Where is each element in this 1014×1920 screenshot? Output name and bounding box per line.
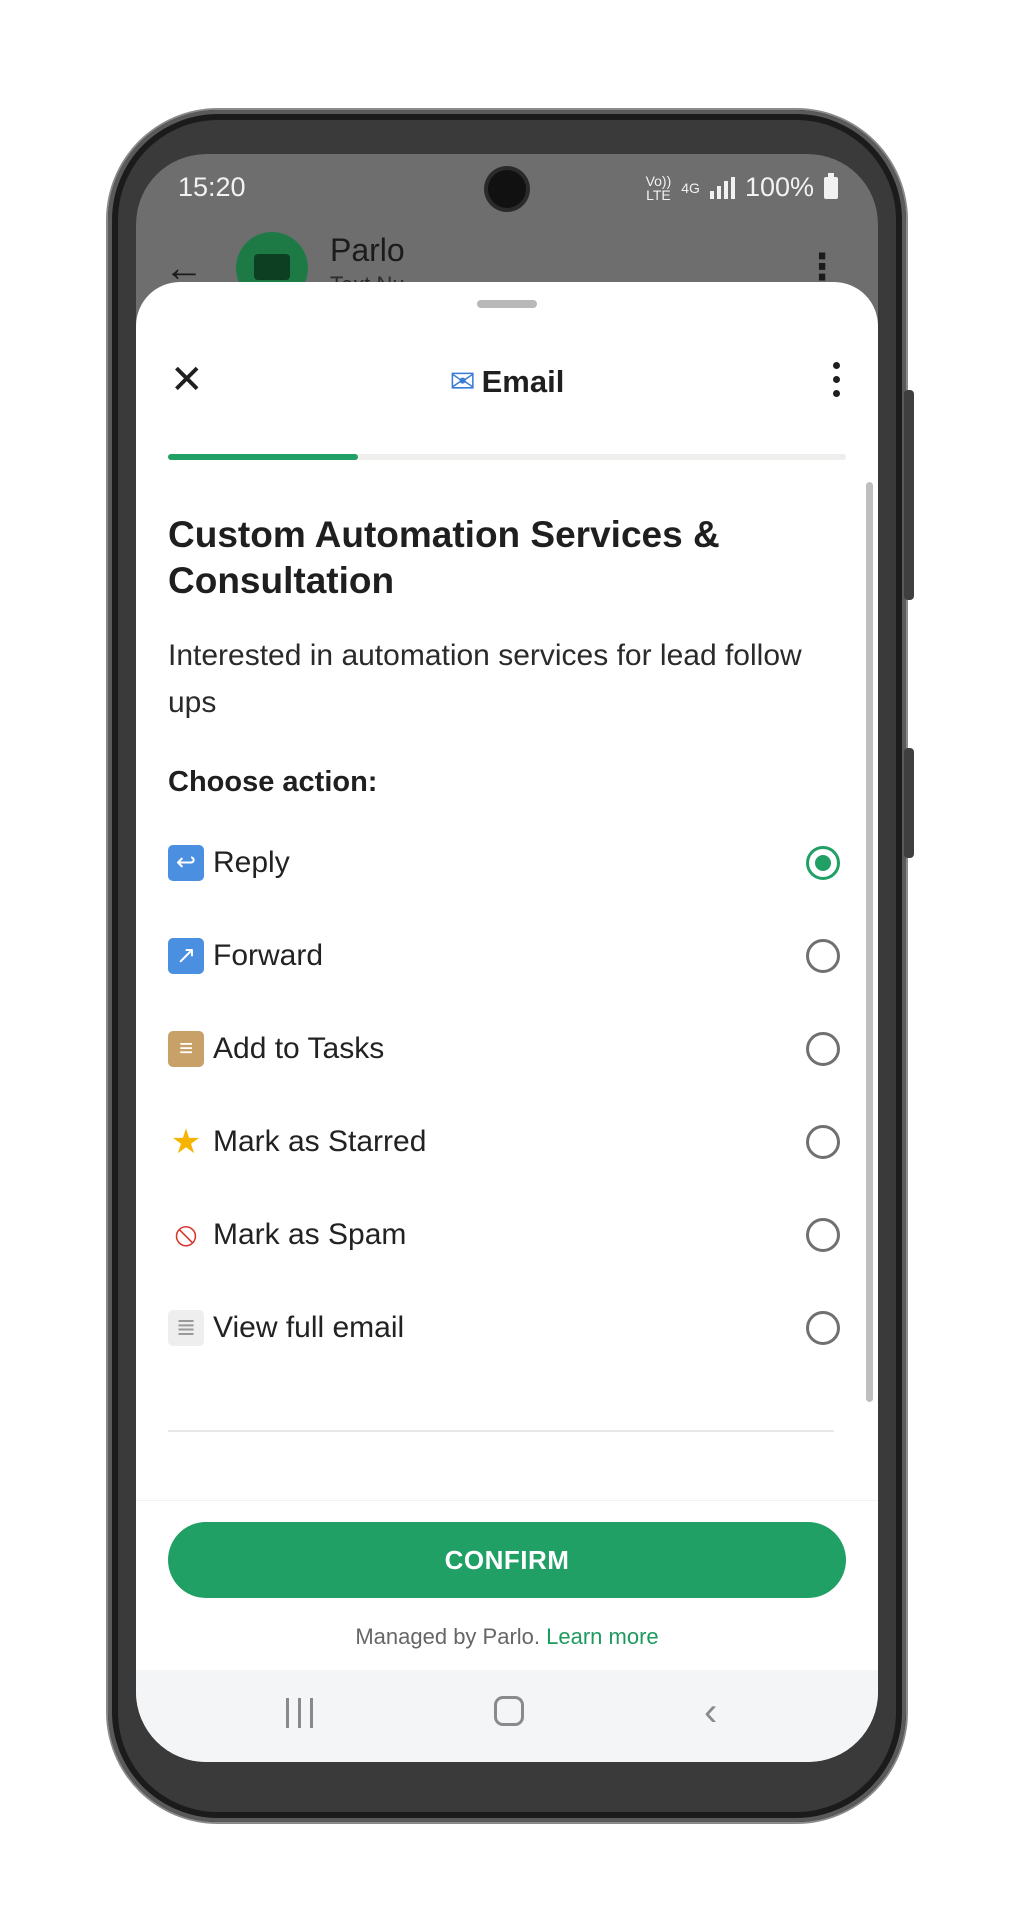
drag-handle[interactable] — [477, 300, 537, 308]
radio-forward[interactable] — [806, 938, 840, 973]
confirm-button[interactable]: CONFIRM — [168, 1522, 846, 1598]
reply-icon: ↩ — [168, 844, 204, 881]
status-time: 15:20 — [178, 172, 246, 202]
action-options: ↩ Reply ↗ Forward ≡ Add to Tasks ★ Mark as S… — [168, 816, 848, 1374]
option-label: Mark as Starred — [213, 1124, 427, 1158]
option-label: Forward — [213, 938, 324, 972]
option-mark-starred[interactable]: ★ Mark as Starred — [168, 1095, 848, 1188]
radio-mark-spam[interactable] — [806, 1217, 840, 1252]
email-subject: Custom Automation Services & Consultatio… — [168, 514, 720, 601]
radio-view-full-email[interactable] — [806, 1310, 840, 1345]
managed-text: Managed by Parlo. — [355, 1624, 541, 1649]
document-icon: ≣ — [168, 1309, 204, 1346]
system-nav-bar: ‹ — [136, 1670, 878, 1762]
volte-icon: Vo)) LTE — [645, 172, 672, 203]
scrollbar[interactable] — [866, 482, 873, 1402]
more-options-icon[interactable] — [833, 362, 840, 397]
volume-button — [904, 390, 914, 600]
front-camera — [488, 170, 526, 208]
managed-by-footer: Managed by Parlo. Learn more — [136, 1624, 878, 1650]
option-mark-spam[interactable]: ⦸ Mark as Spam — [168, 1188, 848, 1281]
radio-add-to-tasks[interactable] — [806, 1031, 840, 1066]
option-label: Reply — [213, 845, 290, 879]
network-gen-icon: 4G — [681, 179, 700, 196]
choose-action-label: Choose action: — [168, 766, 378, 798]
nav-back-icon[interactable]: ‹ — [704, 1692, 717, 1732]
phone-screen: 15:20 Vo))LTE 4G 100% ← Parlo Text Nu...… — [136, 154, 878, 1762]
option-add-to-tasks[interactable]: ≡ Add to Tasks — [168, 1002, 848, 1095]
sheet-title: ✉ Email — [449, 364, 565, 399]
option-view-full-email[interactable]: ≣ View full email — [168, 1281, 848, 1374]
option-label: Mark as Spam — [213, 1217, 407, 1251]
battery-percent: 100% — [744, 172, 814, 202]
progress-bar — [168, 454, 846, 460]
option-forward[interactable]: ↗ Forward — [168, 909, 848, 1002]
progress-fill — [168, 454, 358, 460]
prohibited-icon: ⦸ — [174, 1215, 198, 1253]
option-label: View full email — [213, 1310, 405, 1344]
radio-mark-starred[interactable] — [806, 1124, 840, 1159]
status-icons: Vo)) LTE 4G 100% — [646, 172, 838, 203]
power-button — [904, 748, 914, 858]
option-label: Add to Tasks — [213, 1031, 385, 1065]
recent-apps-icon[interactable] — [286, 1698, 313, 1728]
bottom-sheet: ✕ ✉ Email Custom Automation Services & Co… — [136, 282, 878, 1762]
signal-icon — [709, 176, 735, 199]
radio-reply[interactable] — [806, 845, 840, 880]
contact-name: Parlo — [330, 232, 405, 268]
footer-divider — [136, 1500, 878, 1501]
star-icon: ★ — [170, 1122, 202, 1161]
email-summary: Interested in automation services for le… — [168, 639, 802, 719]
home-icon[interactable] — [494, 1696, 524, 1726]
option-reply[interactable]: ↩ Reply — [168, 816, 848, 909]
divider — [168, 1430, 834, 1432]
battery-icon — [824, 172, 838, 199]
learn-more-link[interactable]: Learn more — [546, 1624, 659, 1649]
forward-icon: ↗ — [168, 937, 204, 974]
mailbox-icon: ✉ — [449, 364, 476, 399]
clipboard-icon: ≡ — [168, 1030, 204, 1067]
